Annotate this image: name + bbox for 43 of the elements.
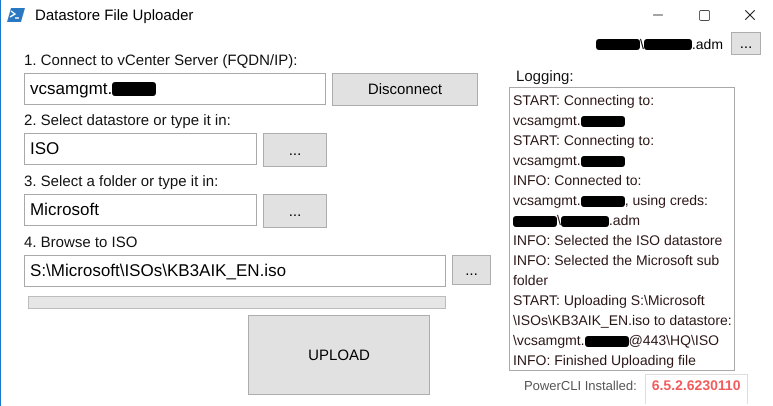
log-line: \ISOs\KB3AIK_EN.iso to datastore: bbox=[513, 311, 733, 330]
log-line: INFO: Selected the ISO datastore bbox=[513, 231, 724, 250]
log-line: INFO: Connected to: bbox=[513, 171, 642, 190]
redaction-mark bbox=[112, 82, 156, 96]
window-title: Datastore File Uploader bbox=[35, 6, 194, 24]
log-line: INFO: Finished Uploading file bbox=[513, 351, 697, 370]
redaction-mark bbox=[644, 39, 692, 50]
input-field[interactable]: S:\Microsoft\ISOs\KB3AIK_EN.iso bbox=[24, 255, 446, 287]
browse-button[interactable]: ... bbox=[263, 194, 327, 228]
browse-button[interactable]: ... bbox=[452, 255, 491, 285]
log-line: START: Connecting to: bbox=[513, 91, 656, 110]
log-line: START: Uploading S:\Microsoft bbox=[513, 291, 706, 310]
step-label: 4. Browse to ISO bbox=[24, 234, 138, 251]
terminal-icon bbox=[7, 7, 25, 23]
redaction-mark bbox=[560, 216, 609, 227]
redaction-mark bbox=[580, 156, 625, 167]
redaction-mark bbox=[513, 216, 557, 227]
powercli-label: PowerCLI Installed: bbox=[524, 378, 637, 393]
log-line: \vcsamgmt. @443\HQ\ISO bbox=[513, 331, 720, 350]
browse-button[interactable]: ... bbox=[263, 133, 327, 167]
log-line: vcsamgmt. , using creds: bbox=[513, 191, 709, 210]
input-field[interactable]: vcsamgmt. bbox=[24, 73, 326, 105]
redaction-mark bbox=[584, 336, 629, 347]
log-line: START: Connecting to: bbox=[513, 131, 656, 150]
logging-label: Logging: bbox=[516, 68, 575, 85]
log-line: \ .adm bbox=[513, 210, 734, 230]
log-line: vcsamgmt. bbox=[513, 110, 734, 130]
user-name: \ .adm bbox=[596, 36, 723, 52]
log-line: INFO: Selected the Microsoft sub bbox=[513, 251, 720, 270]
version-value: 6.5.2.6230110 bbox=[652, 377, 740, 393]
redaction-mark bbox=[580, 196, 625, 207]
redaction-mark bbox=[596, 39, 640, 50]
step-label: 3. Select a folder or type it in: bbox=[24, 173, 220, 190]
user-button[interactable]: ... bbox=[731, 32, 761, 55]
input-field[interactable]: Microsoft bbox=[24, 194, 257, 226]
disconnect-button[interactable]: Disconnect bbox=[332, 73, 478, 106]
upload-button[interactable]: UPLOAD bbox=[248, 315, 430, 395]
input-field[interactable]: ISO bbox=[24, 133, 257, 165]
step-label: 1. Connect to vCenter Server (FQDN/IP): bbox=[24, 52, 298, 69]
step-label: 2. Select datastore or type it in: bbox=[24, 112, 232, 129]
log-line: vcsamgmt. bbox=[513, 150, 734, 170]
log-line: folder bbox=[513, 271, 550, 290]
redaction-mark bbox=[580, 116, 625, 127]
